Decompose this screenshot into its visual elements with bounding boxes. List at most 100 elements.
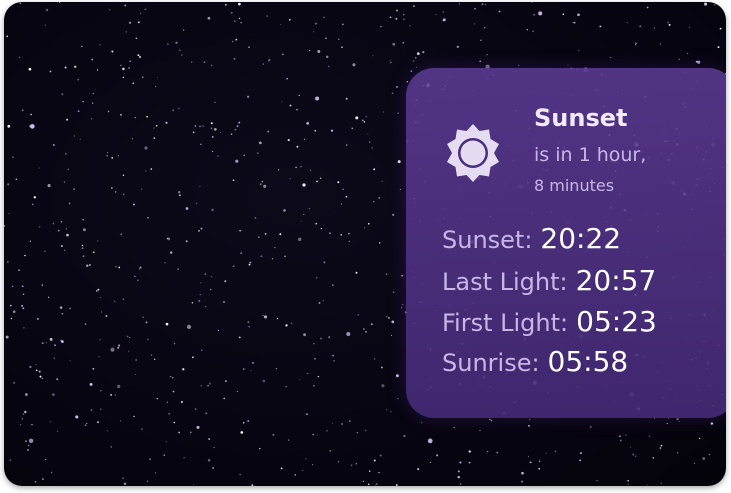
star (235, 38, 238, 41)
star (381, 384, 385, 388)
star (652, 457, 655, 459)
star (47, 296, 50, 298)
star (396, 86, 398, 88)
star (99, 338, 101, 340)
star (579, 459, 582, 462)
star (639, 25, 642, 28)
star (99, 44, 101, 46)
star (133, 415, 135, 418)
star (266, 15, 268, 17)
star (323, 261, 326, 264)
star (128, 21, 132, 24)
star (29, 240, 32, 242)
star (134, 373, 136, 376)
star (332, 422, 334, 425)
star (238, 17, 241, 20)
star (165, 441, 167, 443)
star (338, 38, 340, 41)
star (365, 115, 367, 118)
star (166, 401, 168, 403)
star (200, 227, 203, 230)
star (239, 474, 241, 476)
star (483, 26, 486, 29)
star (342, 188, 344, 191)
star (89, 382, 93, 386)
star (21, 109, 24, 112)
star (300, 165, 302, 168)
star (120, 64, 122, 66)
star (303, 333, 306, 337)
star (150, 354, 153, 356)
star (392, 213, 395, 216)
star (240, 21, 242, 24)
star (328, 232, 332, 235)
star (141, 76, 144, 78)
star (376, 483, 378, 485)
wallpaper-frame: Sunset is in 1 hour, 8 minutes Sunset: 20… (4, 2, 726, 486)
star (262, 379, 266, 383)
star (243, 154, 245, 157)
star (19, 2, 22, 5)
first-light-label: First Light: (442, 309, 569, 337)
star (52, 223, 54, 225)
star (49, 421, 51, 423)
star (653, 27, 656, 29)
star (378, 197, 381, 199)
star (177, 190, 181, 194)
star (5, 335, 9, 339)
star (314, 357, 316, 360)
star (392, 42, 396, 46)
sunset-label: Sunset: (442, 226, 533, 254)
star (303, 213, 305, 216)
star (263, 184, 267, 188)
star (698, 437, 701, 440)
star (163, 454, 166, 457)
star (111, 187, 113, 189)
star (362, 480, 365, 482)
star (91, 58, 94, 61)
star (368, 470, 371, 472)
star (625, 434, 627, 436)
star (325, 37, 327, 40)
star (317, 50, 321, 53)
star (132, 82, 135, 85)
star (29, 365, 32, 369)
star (402, 41, 405, 44)
star (240, 252, 242, 254)
star (596, 480, 598, 482)
star (298, 94, 300, 97)
star (379, 454, 382, 457)
star (247, 95, 250, 98)
star (204, 273, 207, 275)
star (82, 100, 84, 103)
star (386, 409, 388, 411)
widget-title: Sunset (534, 104, 628, 132)
star (421, 421, 423, 424)
star (402, 13, 405, 16)
star (391, 92, 394, 95)
star (22, 307, 25, 310)
star (283, 209, 286, 212)
star (322, 300, 324, 302)
star (7, 124, 11, 128)
last-light-row: Last Light: 20:57 (442, 264, 656, 297)
star (296, 109, 298, 111)
star (247, 321, 250, 324)
star (272, 433, 275, 436)
star (207, 458, 211, 462)
star (144, 8, 146, 10)
star (170, 251, 173, 254)
star (320, 337, 322, 340)
star (223, 397, 226, 400)
star (351, 464, 353, 466)
star (367, 483, 370, 486)
star (9, 304, 12, 307)
star (708, 453, 710, 455)
star (31, 203, 34, 206)
star (362, 119, 364, 122)
star (117, 155, 119, 157)
star (429, 461, 432, 464)
star (175, 41, 178, 45)
star (41, 284, 43, 286)
star (254, 216, 257, 219)
